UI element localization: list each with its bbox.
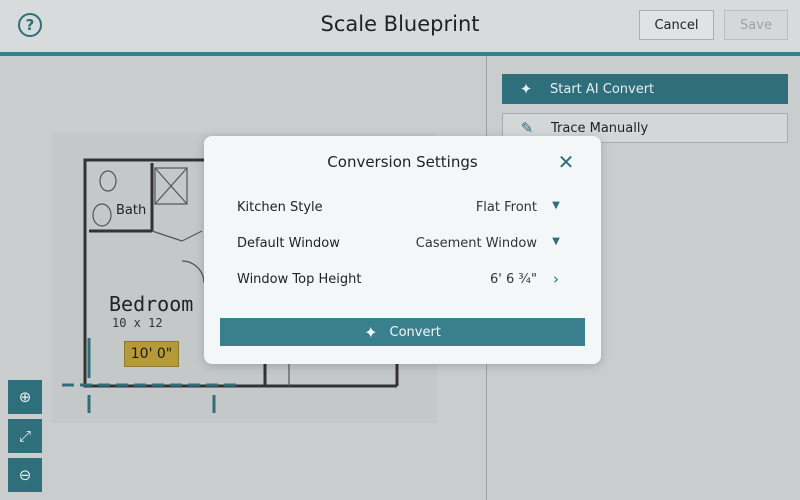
window-top-height-setting[interactable]: Window Top Height 6' 6 ¾" › — [237, 270, 567, 290]
fit-screen-icon: ⤢ — [18, 427, 31, 445]
zoom-out-icon: ⊖ — [18, 466, 32, 484]
setting-label: Default Window — [237, 236, 340, 251]
close-icon[interactable]: ✕ — [555, 152, 577, 174]
chevron-right-icon[interactable]: › — [549, 270, 563, 288]
setting-label: Kitchen Style — [237, 200, 323, 215]
cancel-button[interactable]: Cancel — [639, 10, 714, 40]
conversion-settings-dialog: Conversion Settings ✕ Kitchen Style Flat… — [204, 136, 601, 364]
caret-down-icon[interactable]: ▼ — [549, 200, 563, 211]
convert-label: Convert — [389, 324, 441, 340]
room-name-label: Bedroom — [109, 292, 194, 316]
caret-down-icon[interactable]: ▼ — [549, 236, 563, 247]
setting-label: Window Top Height — [237, 272, 362, 287]
kitchen-style-dropdown[interactable]: Flat Front — [476, 200, 537, 215]
trace-manually-label: Trace Manually — [551, 120, 649, 136]
kitchen-style-setting[interactable]: Kitchen Style Flat Front ▼ — [237, 198, 567, 218]
magic-wand-icon: ✦ — [519, 80, 533, 98]
default-window-dropdown[interactable]: Casement Window — [416, 236, 537, 251]
zoom-in-icon: ⊕ — [18, 388, 32, 406]
start-ai-convert-button[interactable]: ✦ Start AI Convert — [502, 74, 788, 104]
default-window-setting[interactable]: Default Window Casement Window ▼ — [237, 234, 567, 254]
convert-button[interactable]: ✦ Convert — [220, 318, 585, 346]
measurement-badge[interactable]: 10' 0" — [124, 341, 179, 367]
sparkle-icon: ✦ — [364, 322, 378, 342]
pencil-icon: ✎ — [520, 119, 534, 137]
window-top-height-value[interactable]: 6' 6 ¾" — [490, 272, 537, 287]
start-ai-convert-label: Start AI Convert — [550, 81, 655, 97]
bath-label: Bath — [116, 203, 147, 218]
save-button[interactable]: Save — [724, 10, 788, 40]
dialog-title: Conversion Settings — [327, 153, 478, 171]
zoom-in-button[interactable]: ⊕ — [8, 380, 42, 414]
fit-screen-button[interactable]: ⤢ — [8, 419, 42, 453]
room-size-label: 10 x 12 — [112, 316, 163, 330]
zoom-out-button[interactable]: ⊖ — [8, 458, 42, 492]
